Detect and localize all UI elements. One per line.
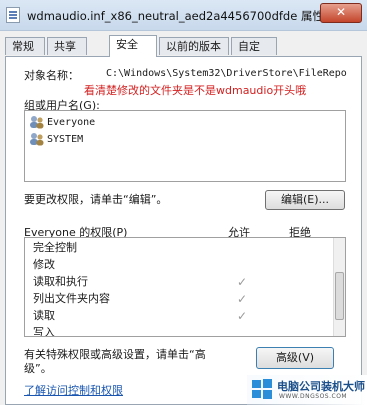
user-group-icon: [29, 132, 45, 146]
watermark: 电脑公司装机大师 WWW.DNGSOS.COM: [247, 375, 367, 405]
permission-name: 读取和执行: [33, 275, 88, 288]
permission-row: 写入: [33, 325, 55, 337]
watermark-text: 电脑公司装机大师: [277, 380, 365, 393]
permission-name: 完全控制: [33, 241, 77, 254]
user-name: SYSTEM: [47, 134, 84, 145]
learn-access-control-link[interactable]: 了解访问控制和权限: [24, 382, 123, 398]
permission-name: 列出文件夹内容: [33, 292, 110, 305]
user-group-icon: [29, 115, 45, 129]
edit-button[interactable]: 编辑(E)...: [265, 190, 345, 210]
permission-row: 列出文件夹内容: [33, 291, 110, 307]
object-name-label: 对象名称：: [24, 69, 79, 82]
allow-check-icon: ✓: [237, 275, 248, 289]
file-properties-icon: [6, 7, 20, 23]
permission-name: 写入: [33, 326, 55, 337]
red-annotation: 看清楚修改的文件夹是不是wdmaudio开头哦: [84, 84, 307, 97]
scrollbar-thumb[interactable]: [335, 272, 344, 320]
permission-row: 完全控制: [33, 240, 77, 256]
permissions-scrollbar[interactable]: [333, 238, 345, 336]
tab-general[interactable]: 常规: [5, 37, 45, 55]
object-name-value: C:\Windows\System32\DriverStore\FileRepo: [106, 68, 347, 79]
permission-row: 读取和执行: [33, 274, 88, 290]
permission-row: 读取: [33, 308, 55, 324]
special-hint-line2: 级”。: [24, 362, 52, 375]
list-item[interactable]: Everyone: [29, 115, 95, 131]
change-hint: 要更改权限，请单击“编辑”。: [24, 193, 168, 206]
user-list: Everyone SYSTEM: [24, 110, 346, 182]
list-item[interactable]: SYSTEM: [29, 132, 83, 148]
window-title: wdmaudio.inf_x86_neutral_aed2a4456700dfd…: [27, 9, 324, 23]
security-panel: 对象名称： C:\Windows\System32\DriverStore\Fi…: [5, 56, 362, 405]
windows-logo-icon: [252, 379, 272, 399]
permissions-list: 完全控制 修改 读取和执行 ✓ 列出文件夹内容 ✓ 读取 ✓ 写入: [24, 237, 346, 337]
tab-strip: 常规 共享 安全 以前的版本 自定义: [5, 35, 365, 70]
allow-check-icon: ✓: [237, 309, 248, 323]
watermark-url: WWW.DNGSOS.COM: [279, 393, 348, 400]
permission-name: 读取: [33, 309, 55, 322]
user-name: Everyone: [47, 117, 96, 128]
close-button[interactable]: ✕: [320, 3, 362, 23]
title-bar: wdmaudio.inf_x86_neutral_aed2a4456700dfd…: [0, 0, 367, 31]
advanced-button[interactable]: 高级(V): [256, 347, 334, 369]
tab-security[interactable]: 安全: [109, 35, 157, 57]
tab-customize[interactable]: 自定义: [231, 37, 277, 70]
permission-name: 修改: [33, 258, 55, 271]
permission-row: 修改: [33, 257, 55, 273]
tab-sharing[interactable]: 共享: [47, 37, 87, 55]
tab-previous-versions[interactable]: 以前的版本: [159, 37, 229, 55]
allow-check-icon: ✓: [237, 292, 248, 306]
